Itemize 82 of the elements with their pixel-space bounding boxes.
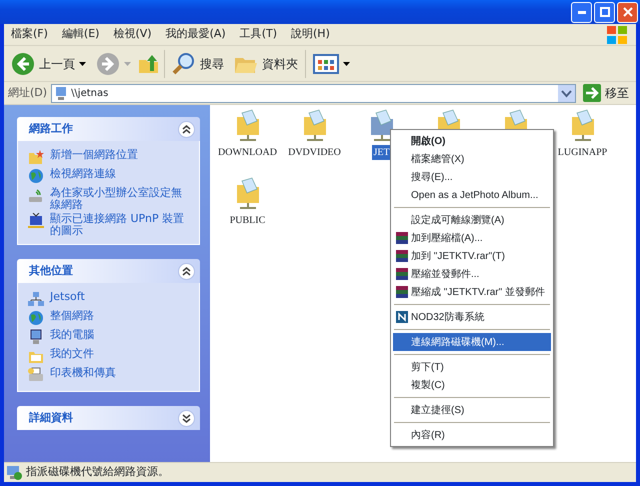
- menu-item[interactable]: 搜尋(E)...: [393, 168, 551, 186]
- menu-item[interactable]: 壓縮並發郵件...: [393, 265, 551, 283]
- minimize-button[interactable]: [571, 2, 592, 22]
- folder-label[interactable]: JET: [372, 145, 391, 160]
- maximize-icon: [600, 7, 610, 17]
- chevron-up-icon: [182, 266, 191, 276]
- menu-item[interactable]: 剪下(T): [393, 358, 551, 376]
- globe-icon: [28, 310, 44, 326]
- arrow-icon: [583, 84, 601, 102]
- panel-header[interactable]: 詳細資料: [17, 406, 200, 430]
- back-button[interactable]: 上一頁: [8, 50, 89, 78]
- chevron-down-icon: [182, 414, 191, 423]
- status-text: 指派磁碟機代號給網路資源。: [26, 464, 169, 480]
- task-link[interactable]: 整個網路: [50, 310, 94, 322]
- views-button[interactable]: [310, 52, 353, 76]
- menu-item[interactable]: 連線網路磁碟機(M)...: [393, 333, 551, 351]
- search-icon: [172, 52, 196, 76]
- windows-logo-icon: [606, 24, 628, 44]
- panel-header[interactable]: 網路工作: [17, 117, 200, 141]
- books-icon: [395, 249, 409, 263]
- menu-item[interactable]: 壓縮成 "JETKTV.rar" 並發郵件: [393, 283, 551, 301]
- network-icon: [28, 291, 44, 308]
- menu-item[interactable]: 加到 "JETKTV.rar"(T): [393, 247, 551, 265]
- menu-item[interactable]: 內容(R): [393, 426, 551, 444]
- task-link[interactable]: 新增一個網路位置: [50, 149, 138, 161]
- menu-item[interactable]: 檢視(V): [106, 26, 159, 43]
- task-link[interactable]: 為住家或小型辦公室設定無線網路: [50, 187, 189, 210]
- menu-item[interactable]: 開啟(O): [393, 132, 551, 150]
- dropdown-button[interactable]: [558, 84, 575, 102]
- menu-item[interactable]: 工具(T): [232, 26, 284, 43]
- task-link[interactable]: Jetsoft: [50, 291, 85, 303]
- folder-label[interactable]: LUGINAPP: [556, 145, 608, 160]
- network-computer-icon: [6, 464, 22, 480]
- go-button[interactable]: 移至: [580, 82, 632, 104]
- menu-item[interactable]: NOD32防毒系統: [393, 308, 551, 326]
- task-link[interactable]: 我的電腦: [50, 329, 94, 341]
- chevron-button[interactable]: [178, 120, 195, 138]
- folder-label[interactable]: DOWNLOAD: [217, 145, 278, 160]
- globe-icon: [28, 168, 44, 184]
- menu-item[interactable]: Open as a JetPhoto Album...: [393, 186, 551, 204]
- address-label: 網址(D): [8, 84, 48, 101]
- printer-icon: [28, 367, 44, 384]
- chevron-button[interactable]: [178, 262, 195, 280]
- tv-icon: [28, 213, 44, 230]
- menu-item[interactable]: 加到壓縮檔(A)...: [393, 229, 551, 247]
- caret-icon: [79, 62, 86, 66]
- menu-item[interactable]: 檔案總管(X): [393, 150, 551, 168]
- folders-button[interactable]: 資料夾: [231, 50, 301, 76]
- books-icon: [395, 231, 409, 245]
- caret-icon: [343, 62, 350, 66]
- menu-item[interactable]: 編輯(E): [54, 26, 106, 43]
- chevron-button[interactable]: [178, 410, 195, 427]
- menu-item[interactable]: 建立捷徑(S): [393, 401, 551, 419]
- close-icon: [622, 7, 632, 17]
- computer-icon: [28, 329, 44, 346]
- computer-icon: [55, 86, 68, 100]
- folder-star-icon: [28, 149, 44, 165]
- up-folder-icon[interactable]: [138, 52, 160, 74]
- menu-item[interactable]: 檔案(F): [4, 26, 55, 43]
- task-link[interactable]: 顯示已連接網路 UPnP 裝置的圖示: [50, 213, 189, 236]
- task-link[interactable]: 印表機和傳真: [50, 367, 116, 379]
- panel-header[interactable]: 其他位置: [17, 259, 200, 284]
- n-icon: [395, 310, 409, 324]
- minimize-icon: [578, 10, 586, 14]
- menu-item[interactable]: 我的最愛(A): [158, 26, 233, 43]
- folder-label[interactable]: PUBLIC: [228, 213, 266, 228]
- address-field[interactable]: \\jetnas: [51, 84, 576, 102]
- chevron-up-icon: [182, 124, 191, 134]
- menu-item[interactable]: 設定成可離線瀏覽(A): [393, 211, 551, 229]
- books-icon: [395, 267, 409, 281]
- menu-item[interactable]: 複製(C): [393, 376, 551, 394]
- books-icon: [395, 285, 409, 299]
- grid-icon: [313, 54, 339, 74]
- search-button[interactable]: 搜尋: [169, 50, 227, 78]
- close-button[interactable]: [617, 2, 638, 22]
- folder-label[interactable]: DVDVIDEO: [287, 145, 342, 160]
- menu-item[interactable]: 說明(H): [284, 26, 337, 43]
- task-link[interactable]: 檢視網路連線: [50, 168, 116, 180]
- maximize-button[interactable]: [594, 2, 615, 22]
- wireless-device-icon: [28, 187, 44, 203]
- task-link[interactable]: 我的文件: [50, 348, 94, 360]
- caret-icon: [124, 62, 131, 66]
